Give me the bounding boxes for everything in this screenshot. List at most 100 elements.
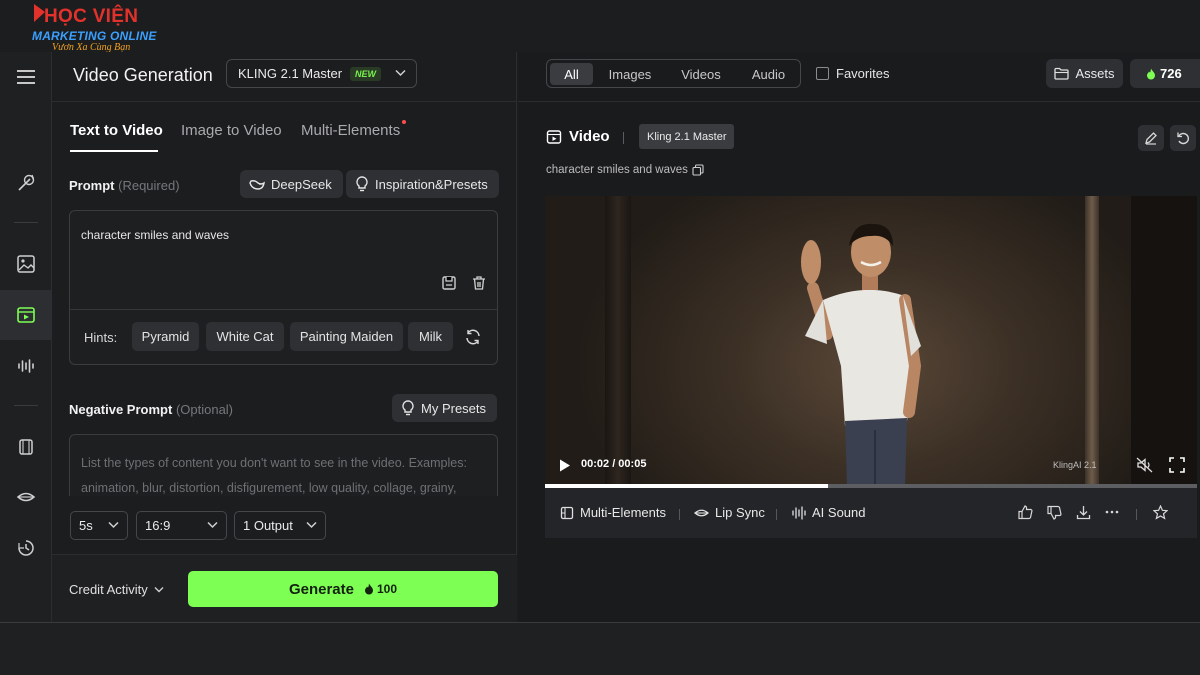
action-divider bbox=[679, 509, 680, 520]
credit-activity-dropdown[interactable]: Credit Activity bbox=[69, 582, 164, 597]
chevron-down-icon bbox=[207, 521, 218, 529]
logo-line2: MARKETING ONLINE bbox=[32, 29, 157, 43]
trash-icon[interactable] bbox=[471, 275, 487, 291]
tab-multi-elements-label: Multi-Elements bbox=[301, 122, 401, 139]
tab-image-to-video[interactable]: Image to Video bbox=[181, 122, 282, 139]
filter-images[interactable]: Images bbox=[599, 63, 661, 85]
prompt-label-text: Prompt bbox=[69, 178, 115, 193]
flame-icon bbox=[1147, 68, 1155, 79]
rail-item-video[interactable] bbox=[0, 290, 52, 340]
play-icon[interactable] bbox=[559, 459, 571, 472]
fullscreen-icon[interactable] bbox=[1169, 457, 1185, 473]
top-bar: HỌC VIỆN MARKETING ONLINE Vươn Xa Cùng B… bbox=[0, 0, 1200, 53]
deepseek-button[interactable]: DeepSeek bbox=[240, 170, 343, 198]
my-presets-button[interactable]: My Presets bbox=[392, 394, 498, 422]
generate-cost: 100 bbox=[364, 582, 397, 596]
save-icon[interactable] bbox=[441, 275, 457, 291]
favorites-checkbox[interactable]: Favorites bbox=[816, 66, 889, 81]
checkbox[interactable] bbox=[816, 67, 829, 80]
thumbs-down-icon[interactable] bbox=[1047, 505, 1062, 520]
rail-item-history[interactable] bbox=[0, 523, 52, 573]
chevron-down-icon bbox=[395, 69, 406, 77]
logo: HỌC VIỆN MARKETING ONLINE Vươn Xa Cùng B… bbox=[32, 2, 162, 53]
mute-icon[interactable] bbox=[1136, 457, 1153, 473]
refresh-hints-icon[interactable] bbox=[464, 328, 482, 346]
aspect-ratio-select[interactable]: 16:9 bbox=[136, 511, 227, 540]
ai-sound-button[interactable]: AI Sound bbox=[791, 505, 866, 520]
assets-button[interactable]: Assets bbox=[1046, 59, 1123, 88]
menu-button[interactable] bbox=[0, 52, 52, 102]
chevron-down-icon bbox=[108, 521, 119, 529]
more-options-icon[interactable] bbox=[1105, 510, 1119, 514]
page-title: Video Generation bbox=[73, 65, 213, 85]
copy-icon[interactable] bbox=[692, 164, 704, 176]
negative-prompt-input[interactable]: List the types of content you don't want… bbox=[69, 434, 498, 496]
lip-sync-button[interactable]: Lip Sync bbox=[694, 505, 765, 520]
video-caption: character smiles and waves bbox=[546, 164, 704, 176]
tab-text-to-video[interactable]: Text to Video bbox=[70, 122, 163, 139]
prompt-label: Prompt (Required) bbox=[69, 178, 180, 193]
new-badge: NEW bbox=[350, 66, 382, 81]
video-title-text: Video bbox=[569, 128, 610, 145]
watermark: KlingAI 2.1 bbox=[1053, 460, 1097, 470]
filter-videos[interactable]: Videos bbox=[671, 63, 731, 85]
logo-line1: HỌC VIỆN bbox=[44, 6, 139, 27]
regenerate-button[interactable] bbox=[1170, 125, 1196, 151]
left-rail bbox=[0, 52, 52, 622]
video-card-title: Video bbox=[546, 128, 610, 145]
prompt-tools bbox=[441, 275, 487, 291]
folder-icon bbox=[1054, 67, 1070, 80]
type-filter: All Images Videos Audio bbox=[546, 59, 801, 88]
prompt-input[interactable]: character smiles and waves Hints: Pyrami… bbox=[69, 210, 498, 365]
thumbs-up-icon[interactable] bbox=[1018, 505, 1033, 520]
duration-select[interactable]: 5s bbox=[70, 511, 128, 540]
prompt-divider bbox=[70, 309, 497, 310]
deepseek-whale-icon bbox=[249, 180, 265, 190]
prompt-required-hint: (Required) bbox=[118, 178, 180, 193]
star-icon[interactable] bbox=[1153, 505, 1168, 520]
rail-item-lips[interactable] bbox=[0, 472, 52, 522]
multi-elements-button[interactable]: Multi-Elements bbox=[560, 505, 666, 520]
generate-button[interactable]: Generate 100 bbox=[188, 571, 498, 607]
video-scene-shadow bbox=[1131, 196, 1197, 486]
hint-chip[interactable]: Milk bbox=[408, 322, 453, 351]
rail-item-audio[interactable] bbox=[0, 341, 52, 391]
sound-wave-icon bbox=[792, 505, 806, 520]
video-icon bbox=[546, 129, 562, 144]
undo-icon bbox=[1177, 132, 1189, 145]
credit-balance-value: 726 bbox=[1160, 66, 1182, 81]
image-icon bbox=[17, 255, 35, 273]
bottom-strip bbox=[0, 622, 1200, 675]
model-select[interactable]: KLING 2.1 Master NEW bbox=[226, 59, 417, 88]
filter-all[interactable]: All bbox=[550, 63, 593, 85]
negative-prompt-optional-hint: (Optional) bbox=[175, 402, 234, 417]
hint-chip[interactable]: Painting Maiden bbox=[290, 322, 403, 351]
prompt-text[interactable]: character smiles and waves bbox=[81, 228, 229, 242]
negative-prompt-label: Negative Prompt (Optional) bbox=[69, 402, 233, 417]
rail-item-magic[interactable] bbox=[0, 158, 52, 208]
edit-button[interactable] bbox=[1138, 125, 1164, 151]
inspiration-presets-button[interactable]: Inspiration&Presets bbox=[346, 170, 499, 198]
action-divider bbox=[1136, 509, 1137, 520]
chevron-down-icon bbox=[154, 587, 164, 593]
my-presets-label: My Presets bbox=[421, 400, 487, 416]
hint-chip[interactable]: White Cat bbox=[206, 322, 284, 351]
hints-label: Hints: bbox=[84, 330, 118, 345]
flame-icon bbox=[365, 583, 373, 595]
tab-multi-elements[interactable]: Multi-Elements bbox=[301, 120, 407, 139]
hint-chip[interactable]: Pyramid bbox=[132, 322, 199, 351]
aspect-ratio-value: 16:9 bbox=[145, 518, 171, 533]
filter-audio[interactable]: Audio bbox=[741, 63, 796, 85]
download-icon[interactable] bbox=[1076, 505, 1091, 520]
rail-item-image[interactable] bbox=[0, 239, 52, 289]
video-icon bbox=[17, 307, 35, 323]
history-icon bbox=[18, 540, 34, 556]
output-count-select[interactable]: 1 Output bbox=[234, 511, 326, 540]
action-divider bbox=[776, 509, 777, 520]
playback-time: 00:02 / 00:05 bbox=[581, 458, 647, 470]
credit-balance[interactable]: 726 bbox=[1130, 59, 1200, 88]
panel-header: Video Generation KLING 2.1 Master NEW bbox=[52, 52, 517, 102]
rail-item-canvas[interactable] bbox=[0, 422, 52, 472]
player-controls: 00:02 / 00:05 KlingAI 2.1 bbox=[545, 449, 1197, 481]
video-player[interactable]: 00:02 / 00:05 KlingAI 2.1 bbox=[545, 196, 1197, 486]
